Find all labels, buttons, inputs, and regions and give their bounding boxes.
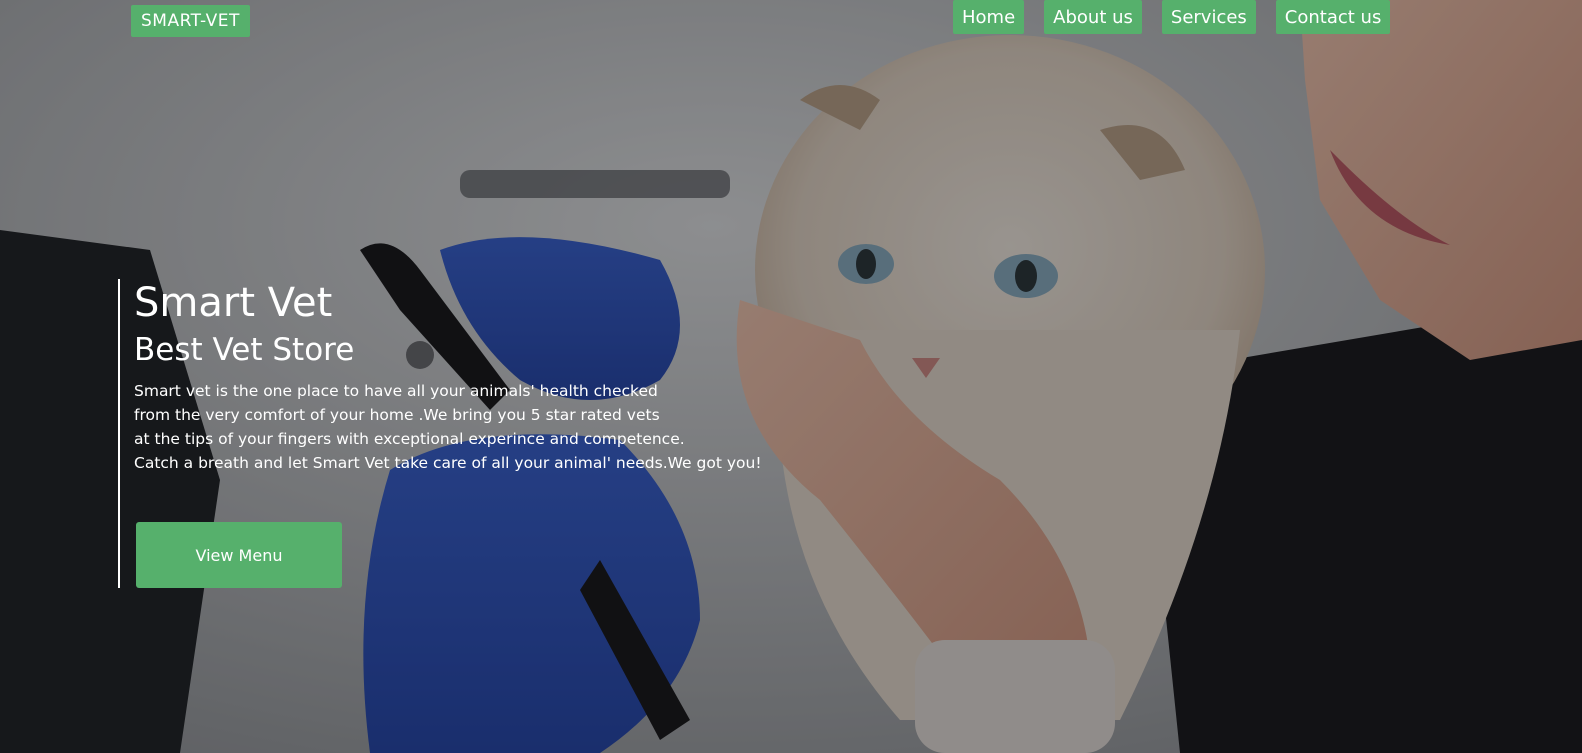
brand-logo[interactable]: SMART-VET (131, 5, 250, 37)
nav-about-link[interactable]: About us (1044, 0, 1142, 34)
hero-subtitle: Best Vet Store (134, 332, 355, 368)
hero-description-line: at the tips of your fingers with excepti… (134, 430, 685, 448)
hero-description-line: Catch a breath and let Smart Vet take ca… (134, 454, 762, 472)
hero-content: Smart Vet Best Vet Store Smart vet is th… (118, 279, 838, 588)
nav-home-link[interactable]: Home (953, 0, 1025, 34)
main-nav: Home About us Services Contact us (953, 0, 1391, 34)
hero-title: Smart Vet (134, 280, 333, 326)
nav-services-link[interactable]: Services (1161, 0, 1256, 34)
hero-description-line: from the very comfort of your home .We b… (134, 406, 660, 424)
hero-description-line: Smart vet is the one place to have all y… (134, 382, 658, 400)
nav-contact-link[interactable]: Contact us (1275, 0, 1391, 34)
hero-description: Smart vet is the one place to have all y… (134, 379, 838, 475)
view-menu-button[interactable]: View Menu (136, 522, 342, 588)
